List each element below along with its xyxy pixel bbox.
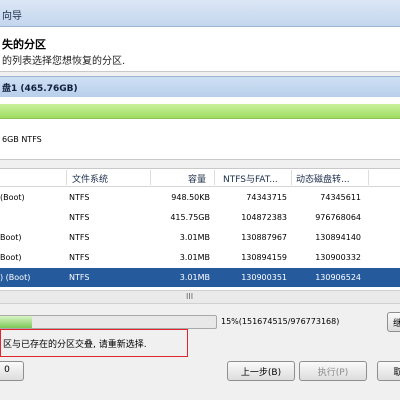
table-cell: 74343715 (246, 193, 287, 202)
progress-bar (0, 315, 217, 329)
table-cell: 948.50KB (171, 193, 210, 202)
left-button-label: 0 (4, 365, 10, 375)
column-header-size[interactable]: 容量 (188, 172, 206, 185)
previous-button[interactable]: 上一步(B) (227, 361, 295, 381)
column-separator[interactable] (214, 170, 215, 185)
table-cell: 3.01MB (179, 253, 210, 262)
title-bar: 向导 (0, 0, 400, 27)
table-cell: 976768064 (315, 213, 361, 222)
column-separator[interactable] (66, 170, 67, 185)
table-cell: ) (Boot) (0, 273, 31, 282)
table-row[interactable]: NTFS 415.75GB 104872383 976768064 (0, 208, 400, 227)
table-cell: 104872383 (241, 213, 287, 222)
table-cell: 130887967 (241, 233, 287, 242)
table-cell: NTFS (69, 253, 90, 262)
cancel-button-label: 取 (393, 368, 400, 378)
table-cell: 74345611 (320, 193, 361, 202)
cancel-button[interactable]: 取 (377, 361, 400, 381)
table-cell: 3.01MB (179, 273, 210, 282)
execute-button[interactable]: 执行(P) (299, 361, 367, 381)
table-row[interactable]: ) (Boot) NTFS 3.01MB 130900351 130906524 (0, 268, 400, 287)
header-description: 的列表选择您想恢复的分区. (2, 56, 126, 67)
scrollbar-grip[interactable]: III (186, 292, 193, 301)
progress-text: 15%(151674515/976773168) (221, 317, 340, 326)
table-cell: NTFS (69, 193, 90, 202)
table-cell: Boot) (0, 233, 22, 242)
table-row[interactable]: Boot) NTFS 3.01MB 130887967 130894140 (0, 228, 400, 247)
header-title: 失的分区 (2, 38, 46, 51)
column-header-dynamic-disk[interactable]: 动态磁盘转... (296, 172, 350, 185)
table-row[interactable]: Boot) NTFS 3.01MB 130894159 130900332 (0, 248, 400, 267)
column-header-filesystem[interactable]: 文件系统 (72, 172, 108, 185)
disk-map: 6GB NTFS (0, 97, 400, 160)
column-separator[interactable] (368, 170, 369, 185)
column-separator[interactable] (150, 170, 151, 185)
table-cell: 3.01MB (179, 233, 210, 242)
table-cell: 415.75GB (170, 213, 210, 222)
table-cell: NTFS (69, 273, 90, 282)
table-cell: 130894140 (315, 233, 361, 242)
partition-map-label: 6GB NTFS (2, 135, 42, 144)
partition-table: 文件系统 容量 NTFS与FAT... 动态磁盘转... (Boot) NTFS 9… (0, 168, 400, 291)
table-header: 文件系统 容量 NTFS与FAT... 动态磁盘转... (0, 169, 400, 187)
column-separator[interactable] (291, 170, 292, 185)
execute-button-label: 执行(P) (317, 368, 349, 378)
error-message-box: 区与已存在的分区交叠, 请重新选择. (0, 329, 188, 357)
table-cell: 130900332 (315, 253, 361, 262)
table-cell: Boot) (0, 253, 22, 262)
disk-header: 盘1 (465.76GB) (0, 76, 400, 98)
table-row[interactable]: (Boot) NTFS 948.50KB 74343715 74345611 (0, 188, 400, 207)
table-cell: NTFS (69, 233, 90, 242)
continue-button-label: 继 (393, 319, 400, 329)
progress-fill (0, 316, 32, 328)
continue-button[interactable]: 继 (387, 312, 400, 332)
table-cell: 130906524 (315, 273, 361, 282)
table-cell: NTFS (69, 213, 90, 222)
disk-label: 盘1 (465.76GB) (2, 84, 78, 94)
window-title: 向导 (2, 11, 22, 22)
error-message: 区与已存在的分区交叠, 请重新选择. (3, 340, 147, 350)
column-header-ntfs-fat[interactable]: NTFS与FAT... (223, 172, 278, 185)
previous-button-label: 上一步(B) (240, 368, 282, 378)
horizontal-scrollbar[interactable]: III (0, 290, 400, 304)
table-cell: 130894159 (241, 253, 287, 262)
left-button[interactable]: 0 (0, 361, 24, 381)
wizard-header: 失的分区 的列表选择您想恢复的分区. (0, 27, 400, 72)
table-cell: 130900351 (241, 273, 287, 282)
partition-bar[interactable] (0, 104, 400, 119)
table-cell: (Boot) (0, 193, 25, 202)
